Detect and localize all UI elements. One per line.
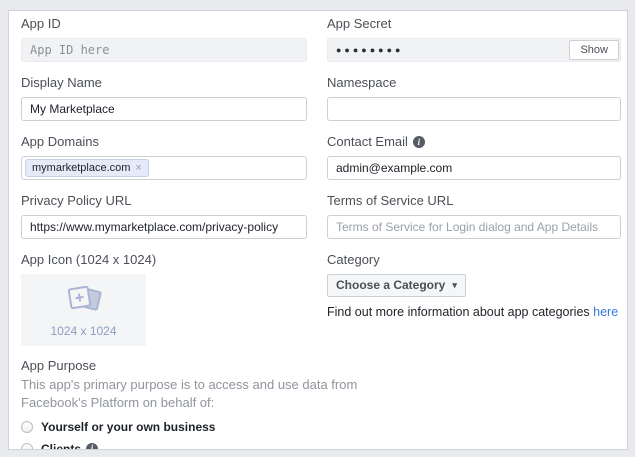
row-displayname-namespace: Display Name Namespace	[21, 75, 619, 121]
row-domains-email: App Domains mymarketplace.com × Contact …	[21, 134, 619, 180]
row-icon-category: App Icon (1024 x 1024) 1024 x 1024	[21, 252, 619, 346]
app-domains-field-group: App Domains mymarketplace.com ×	[21, 134, 307, 180]
privacy-policy-field-group: Privacy Policy URL	[21, 193, 307, 239]
row-appid-appsecret: App ID App Secret ●●●●●●●● Show	[21, 16, 619, 62]
display-name-field-group: Display Name	[21, 75, 307, 121]
contact-email-input[interactable]	[327, 156, 621, 180]
app-icon-upload-dropzone[interactable]: 1024 x 1024	[21, 274, 146, 346]
display-name-label: Display Name	[21, 75, 307, 91]
info-icon: i	[86, 443, 98, 450]
remove-domain-icon[interactable]: ×	[135, 163, 141, 173]
app-purpose-label: App Purpose	[21, 358, 369, 373]
privacy-policy-input[interactable]	[21, 215, 307, 239]
app-id-input	[21, 38, 307, 62]
category-help-link[interactable]: here	[593, 305, 618, 319]
radio-yourself-label: Yourself or your own business	[41, 420, 215, 434]
category-help-text: Find out more information about app cate…	[327, 305, 621, 319]
app-secret-field-group: App Secret ●●●●●●●● Show	[327, 16, 621, 62]
contact-email-label: Contact Email i	[327, 134, 621, 150]
terms-of-service-field-group: Terms of Service URL	[327, 193, 621, 239]
category-field-group: Category Choose a Category ▾ Find out mo…	[327, 252, 621, 346]
show-app-secret-button[interactable]: Show	[569, 40, 619, 60]
row-privacy-terms: Privacy Policy URL Terms of Service URL	[21, 193, 619, 239]
category-dropdown[interactable]: Choose a Category ▾	[327, 274, 466, 297]
purpose-option-clients: Clients i	[21, 442, 369, 450]
icon-size-hint: 1024 x 1024	[50, 324, 116, 338]
chevron-down-icon: ▾	[452, 280, 457, 291]
app-secret-field: ●●●●●●●● Show	[327, 38, 621, 62]
photos-icon	[61, 283, 107, 319]
app-id-field-group: App ID	[21, 16, 307, 62]
radio-yourself[interactable]	[21, 421, 33, 433]
app-id-label: App ID	[21, 16, 307, 32]
app-domains-label: App Domains	[21, 134, 307, 150]
category-label: Category	[327, 252, 621, 268]
display-name-input[interactable]	[21, 97, 307, 121]
domain-tag: mymarketplace.com ×	[25, 159, 149, 177]
namespace-field-group: Namespace	[327, 75, 621, 121]
terms-of-service-label: Terms of Service URL	[327, 193, 621, 209]
namespace-input[interactable]	[327, 97, 621, 121]
app-domains-input[interactable]: mymarketplace.com ×	[21, 156, 307, 180]
app-purpose-description: This app's primary purpose is to access …	[21, 376, 369, 413]
purpose-option-yourself: Yourself or your own business	[21, 420, 369, 434]
info-icon: i	[413, 136, 425, 148]
app-icon-field-group: App Icon (1024 x 1024) 1024 x 1024	[21, 252, 307, 346]
radio-clients-label: Clients i	[41, 442, 98, 450]
app-purpose-section: App Purpose This app's primary purpose i…	[21, 358, 369, 450]
app-icon-label: App Icon (1024 x 1024)	[21, 252, 307, 268]
app-secret-label: App Secret	[327, 16, 621, 32]
contact-email-field-group: Contact Email i	[327, 134, 621, 180]
radio-clients[interactable]	[21, 443, 33, 450]
privacy-policy-label: Privacy Policy URL	[21, 193, 307, 209]
terms-of-service-input[interactable]	[327, 215, 621, 239]
basic-settings-panel: App ID App Secret ●●●●●●●● Show Display …	[8, 10, 628, 450]
namespace-label: Namespace	[327, 75, 621, 91]
